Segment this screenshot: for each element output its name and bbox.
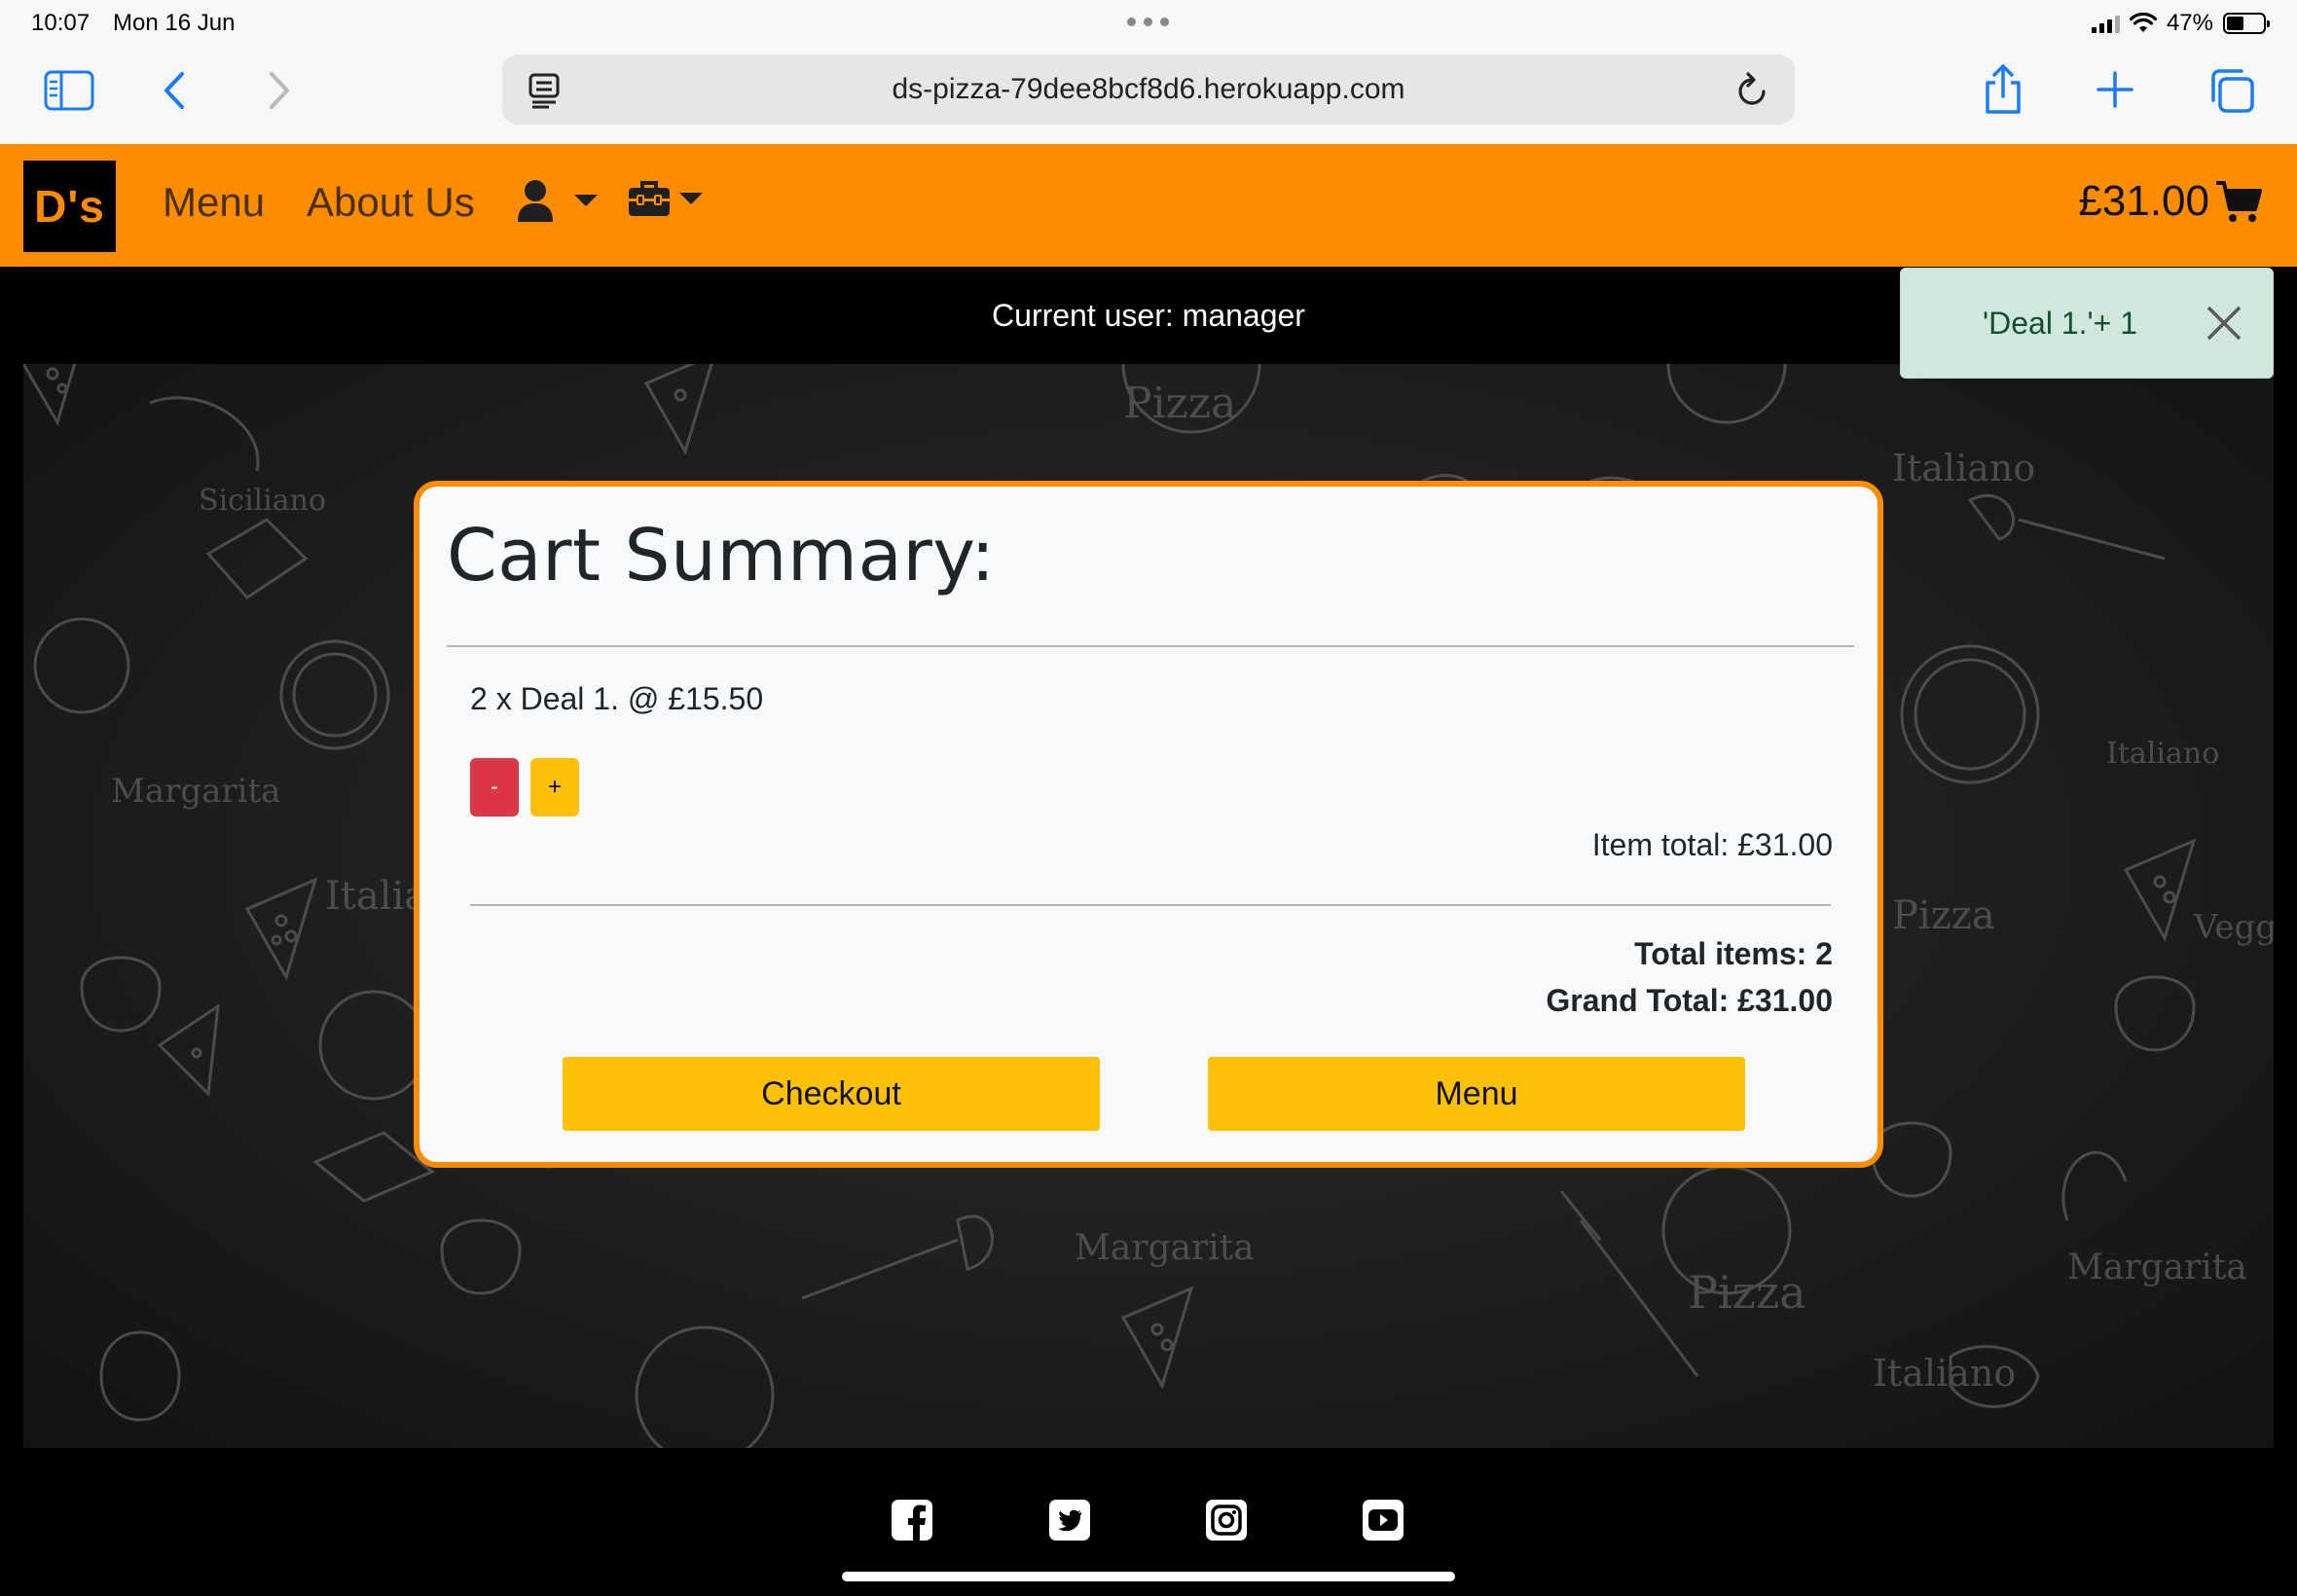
svg-text:Siciliano: Siciliano	[199, 484, 326, 518]
multitasking-dots[interactable]	[1127, 18, 1169, 26]
reload-icon[interactable]	[1734, 72, 1769, 109]
cart-summary-card: Cart Summary: 2 x Deal 1. @ £15.50 - + I…	[414, 481, 1883, 1168]
user-icon	[518, 180, 553, 222]
site-navbar: D's Menu About Us £31.00	[0, 144, 2297, 267]
browser-toolbar: ds-pizza-79dee8bcf8d6.herokuapp.com	[0, 47, 2297, 144]
svg-text:Margarita: Margarita	[1075, 1228, 1255, 1268]
current-user-text: Current user: manager	[992, 297, 1305, 333]
decrease-quantity-button[interactable]: -	[470, 758, 519, 816]
svg-text:Pizza: Pizza	[1688, 1266, 1806, 1319]
twitter-icon[interactable]	[1048, 1499, 1091, 1542]
status-date: Mon 16 Jun	[113, 10, 236, 36]
address-bar[interactable]: ds-pizza-79dee8bcf8d6.herokuapp.com	[502, 54, 1795, 125]
chevron-down-icon	[574, 195, 598, 206]
nav-link-menu[interactable]: Menu	[163, 179, 265, 226]
svg-text:Pizza: Pizza	[1123, 379, 1236, 428]
status-indicators: 47%	[2091, 10, 2270, 37]
increase-quantity-button[interactable]: +	[530, 758, 579, 816]
reader-icon[interactable]	[528, 72, 561, 109]
tabs-icon[interactable]	[2207, 66, 2256, 115]
back-icon[interactable]	[160, 68, 189, 113]
total-items: Total items: 2	[1634, 936, 1833, 971]
toolbox-dropdown[interactable]	[627, 179, 703, 218]
cellular-signal-icon	[2091, 14, 2120, 33]
youtube-icon[interactable]	[1362, 1499, 1404, 1542]
svg-text:Pizza: Pizza	[1892, 893, 1995, 938]
wifi-icon	[2129, 13, 2157, 32]
site-logo[interactable]: D's	[23, 161, 116, 252]
close-icon[interactable]	[2205, 304, 2243, 343]
cart-total-link[interactable]: £31.00	[2078, 177, 2262, 226]
svg-text:Italiano: Italiano	[2106, 737, 2219, 771]
svg-text:Italiano: Italiano	[1892, 447, 2035, 490]
battery-icon	[2223, 13, 2270, 34]
share-icon[interactable]	[1982, 62, 2024, 117]
cart-icon	[2216, 181, 2262, 222]
status-time: 10:07	[31, 10, 91, 36]
battery-percent: 47%	[2166, 10, 2213, 36]
chevron-down-icon	[679, 193, 703, 204]
cart-total-amount: £31.00	[2078, 177, 2209, 225]
svg-text:Vegg: Vegg	[2193, 908, 2274, 947]
svg-text:Margarita: Margarita	[111, 772, 280, 811]
user-dropdown[interactable]	[516, 179, 598, 222]
page-title: Cart Summary:	[447, 514, 996, 598]
divider	[447, 645, 1854, 647]
toast-message: 'Deal 1.'+ 1	[1983, 306, 2137, 341]
forward-icon[interactable]	[265, 68, 294, 113]
cart-line-item: 2 x Deal 1. @ £15.50	[470, 681, 764, 716]
sidebar-icon[interactable]	[43, 68, 95, 113]
divider	[470, 904, 1831, 906]
home-indicator[interactable]	[842, 1572, 1455, 1581]
grand-total: Grand Total: £31.00	[1546, 983, 1833, 1018]
nav-link-about-us[interactable]: About Us	[307, 179, 475, 226]
new-tab-icon[interactable]	[2095, 68, 2135, 111]
checkout-button[interactable]: Checkout	[563, 1057, 1100, 1131]
instagram-icon[interactable]	[1205, 1499, 1248, 1542]
menu-button[interactable]: Menu	[1208, 1057, 1745, 1131]
svg-text:Italiano: Italiano	[1873, 1352, 2016, 1395]
svg-text:Margarita: Margarita	[2067, 1248, 2247, 1288]
toolbox-icon	[629, 181, 670, 216]
url-text[interactable]: ds-pizza-79dee8bcf8d6.herokuapp.com	[892, 73, 1404, 106]
facebook-icon[interactable]	[891, 1499, 933, 1542]
toast-notification: 'Deal 1.'+ 1	[1900, 268, 2274, 379]
item-total: Item total: £31.00	[1591, 827, 1833, 862]
status-bar: 10:07 Mon 16 Jun 47%	[0, 0, 2297, 47]
